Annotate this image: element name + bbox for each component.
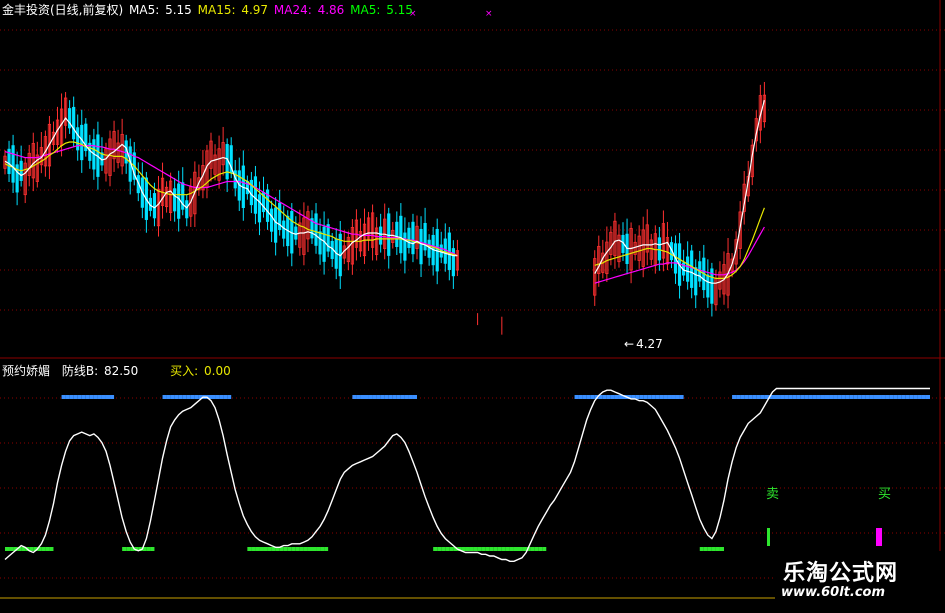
sell-signal-bar [767,528,770,546]
watermark: 乐淘公式网 www.60lt.com [775,551,945,609]
indicator-name: 预约娇媚 [2,364,51,378]
candle-body [403,232,407,261]
ma15-value: 4.97 [241,3,269,17]
ma24-label: MA24: [273,3,312,17]
candle-body [399,215,403,254]
candle-body [427,239,431,258]
candle-body [173,188,177,212]
buy-marker: 买 [878,487,892,502]
candle-body [379,226,383,245]
candle-body [407,227,411,248]
candle-body [443,238,447,264]
signal-marker: × [485,9,493,19]
candle-body [686,256,690,282]
ma15-label: MA15: [197,3,236,17]
low-price-annotation: ← 4.27 [624,337,665,351]
watermark-title: 乐淘公式网 [783,561,899,586]
stock-name: 金丰投资(日线,前复权) [2,3,124,17]
buy-label: 买入: [170,364,199,378]
candle-body [411,221,415,255]
candle-body [322,226,326,262]
line-value: 82.50 [103,364,139,378]
chart-stage: × × [0,0,945,609]
low-price-value: 4.27 [636,337,663,351]
candle-body [657,237,661,261]
ma5-label: MA5: [129,3,160,17]
candle-body [152,193,157,219]
candle-body [274,207,278,243]
ma5-value: 5.15 [165,3,192,17]
line-label: 防线B: [61,364,99,378]
oscillator-line [4,387,930,562]
low-price-arrow: ← [624,337,635,351]
sell-marker: 卖 [766,487,780,502]
candle-body [314,213,318,246]
ma5b-label: MA5: [350,3,381,17]
ma5b-value: 5.15 [386,3,413,17]
candle-body [253,176,258,214]
candle-body [76,127,80,151]
candle-body [269,208,274,232]
candle-body [11,145,15,183]
watermark-url: www.60lt.com [781,585,886,600]
candle-body [706,274,710,298]
candle-body [72,106,76,140]
buy-signal-bar [876,528,882,546]
chart-canvas: × × [0,0,945,609]
candle-body [185,200,189,219]
candle-body [318,231,322,255]
candle-body [282,220,286,239]
candle-body [690,250,694,288]
candle-body [257,194,262,223]
price-panel-header: 金丰投资(日线,前复权) MA5: 5.15 MA15: 4.97 MA24: … [2,1,415,18]
buy-value: 0.00 [204,364,231,378]
candle-body [419,228,423,265]
candle-body [694,267,698,296]
candle-body [294,226,298,240]
candle-body [395,221,399,248]
candle-body [177,183,181,219]
ma24-value: 4.86 [317,3,345,17]
candle-body [80,124,84,161]
indicator-panel-header: 预约娇媚 防线B: 82.50 买入: 0.00 [2,362,233,379]
